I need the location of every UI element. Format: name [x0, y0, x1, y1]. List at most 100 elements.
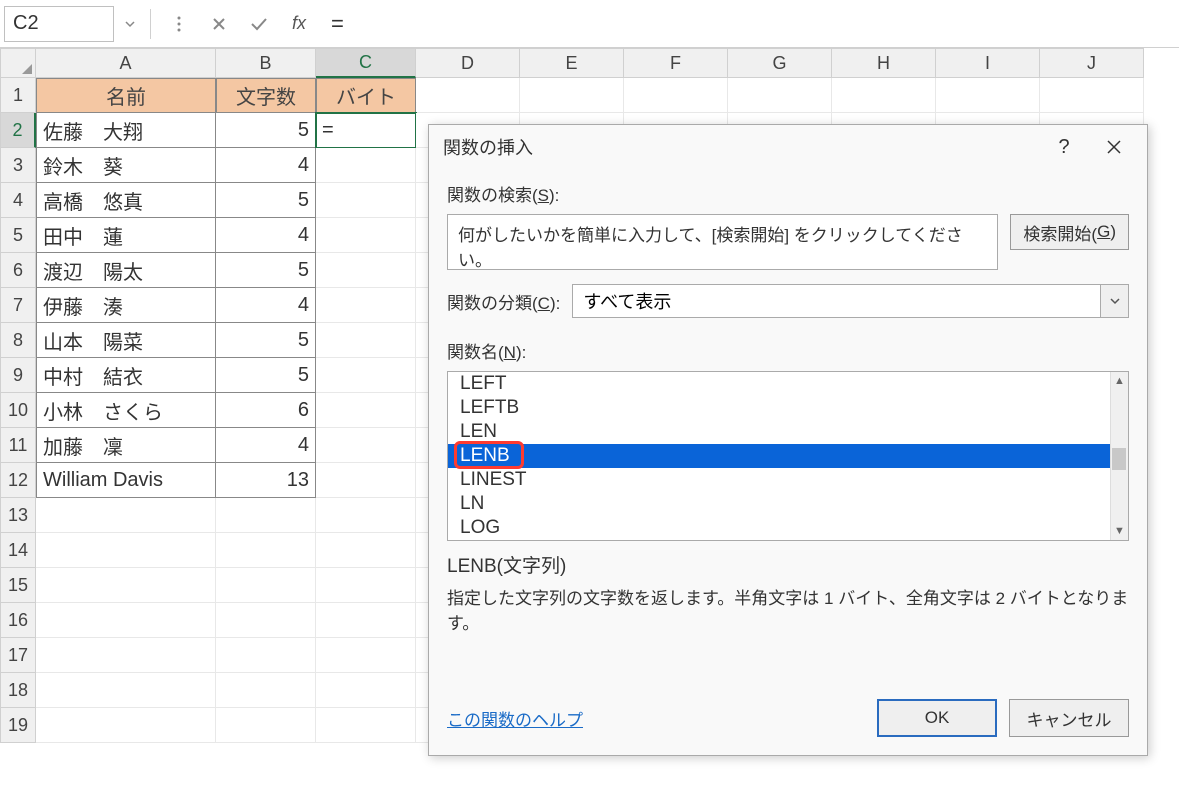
column-header[interactable]: I	[936, 48, 1040, 78]
search-start-button[interactable]: 検索開始(G)	[1010, 214, 1129, 250]
ok-button[interactable]: OK	[877, 699, 997, 737]
cell[interactable]	[316, 463, 416, 498]
row-header[interactable]: 6	[0, 253, 36, 288]
accept-formula-icon[interactable]	[239, 4, 279, 44]
cell[interactable]	[316, 498, 416, 533]
row-header[interactable]: 2	[0, 113, 36, 148]
column-header[interactable]: G	[728, 48, 832, 78]
cell[interactable]	[416, 78, 520, 113]
cell[interactable]: 田中 蓮	[36, 218, 216, 253]
row-header[interactable]: 16	[0, 603, 36, 638]
menu-dots-icon[interactable]	[159, 4, 199, 44]
cell[interactable]: 5	[216, 183, 316, 218]
function-list-item[interactable]: LEFTB	[448, 396, 1128, 420]
row-header[interactable]: 13	[0, 498, 36, 533]
row-header[interactable]: 9	[0, 358, 36, 393]
row-header[interactable]: 10	[0, 393, 36, 428]
cell[interactable]	[36, 603, 216, 638]
dialog-titlebar[interactable]: 関数の挿入 ?	[429, 125, 1147, 169]
cell[interactable]: 中村 結衣	[36, 358, 216, 393]
row-header[interactable]: 5	[0, 218, 36, 253]
cell[interactable]	[316, 393, 416, 428]
row-header[interactable]: 11	[0, 428, 36, 463]
cell[interactable]: 佐藤 大翔	[36, 113, 216, 148]
cell[interactable]	[36, 568, 216, 603]
row-header[interactable]: 19	[0, 708, 36, 743]
column-header[interactable]: C	[316, 48, 416, 78]
cell[interactable]	[316, 673, 416, 708]
row-header[interactable]: 15	[0, 568, 36, 603]
cell[interactable]	[36, 533, 216, 568]
cancel-button[interactable]: キャンセル	[1009, 699, 1129, 737]
row-header[interactable]: 4	[0, 183, 36, 218]
cell[interactable]: =	[316, 113, 416, 148]
column-header[interactable]: H	[832, 48, 936, 78]
cell[interactable]	[316, 253, 416, 288]
column-header[interactable]: F	[624, 48, 728, 78]
cell[interactable]	[36, 638, 216, 673]
cell[interactable]	[316, 218, 416, 253]
cell[interactable]	[216, 603, 316, 638]
cell[interactable]: William Davis	[36, 463, 216, 498]
chevron-down-icon[interactable]	[1101, 284, 1129, 318]
cell[interactable]	[316, 603, 416, 638]
cell[interactable]: 伊藤 湊	[36, 288, 216, 323]
cell[interactable]: 4	[216, 428, 316, 463]
column-header[interactable]: D	[416, 48, 520, 78]
row-header[interactable]: 3	[0, 148, 36, 183]
cell[interactable]: 小林 さくら	[36, 393, 216, 428]
cell[interactable]	[936, 78, 1040, 113]
cell[interactable]: 加藤 凜	[36, 428, 216, 463]
scroll-up-icon[interactable]: ▲	[1111, 372, 1128, 390]
cell[interactable]: 山本 陽菜	[36, 323, 216, 358]
help-icon[interactable]: ?	[1039, 125, 1089, 169]
cell[interactable]	[216, 638, 316, 673]
cell[interactable]: 5	[216, 253, 316, 288]
name-box-dropdown[interactable]	[118, 18, 142, 30]
row-header[interactable]: 1	[0, 78, 36, 113]
close-icon[interactable]	[1089, 125, 1139, 169]
function-list-item[interactable]: LN	[448, 492, 1128, 516]
cell[interactable]: 4	[216, 288, 316, 323]
cell[interactable]: バイト	[316, 78, 416, 113]
cell[interactable]	[36, 498, 216, 533]
function-list[interactable]: LEFTLEFTBLENLENBLINESTLNLOG ▲ ▼	[447, 371, 1129, 541]
cell[interactable]	[216, 708, 316, 743]
cell[interactable]: 4	[216, 218, 316, 253]
scroll-thumb[interactable]	[1112, 448, 1126, 470]
function-list-item[interactable]: LEFT	[448, 372, 1128, 396]
row-header[interactable]: 7	[0, 288, 36, 323]
cell[interactable]: 高橋 悠真	[36, 183, 216, 218]
function-list-item[interactable]: LOG	[448, 516, 1128, 540]
cell[interactable]	[316, 183, 416, 218]
cell[interactable]: 13	[216, 463, 316, 498]
cell[interactable]	[520, 78, 624, 113]
cell[interactable]	[624, 78, 728, 113]
category-select[interactable]: すべて表示	[572, 284, 1101, 318]
cell[interactable]	[316, 288, 416, 323]
column-header[interactable]: A	[36, 48, 216, 78]
cell[interactable]	[36, 708, 216, 743]
column-header[interactable]: J	[1040, 48, 1144, 78]
formula-input[interactable]: =	[319, 11, 1179, 37]
row-header[interactable]: 14	[0, 533, 36, 568]
function-list-item[interactable]: LINEST	[448, 468, 1128, 492]
cell[interactable]	[832, 78, 936, 113]
cell[interactable]: 5	[216, 323, 316, 358]
cell[interactable]	[316, 708, 416, 743]
cell[interactable]: 5	[216, 113, 316, 148]
cell[interactable]	[216, 568, 316, 603]
name-box[interactable]: C2	[4, 6, 114, 42]
cell[interactable]: 4	[216, 148, 316, 183]
cell[interactable]: 鈴木 葵	[36, 148, 216, 183]
cell[interactable]	[216, 673, 316, 708]
cell[interactable]: 6	[216, 393, 316, 428]
cell[interactable]	[316, 533, 416, 568]
cell[interactable]	[316, 358, 416, 393]
row-header[interactable]: 12	[0, 463, 36, 498]
search-input[interactable]: 何がしたいかを簡単に入力して、[検索開始] をクリックしてください。	[447, 214, 998, 270]
cell[interactable]	[316, 148, 416, 183]
cell[interactable]	[316, 638, 416, 673]
column-header[interactable]: B	[216, 48, 316, 78]
cancel-formula-icon[interactable]	[199, 4, 239, 44]
